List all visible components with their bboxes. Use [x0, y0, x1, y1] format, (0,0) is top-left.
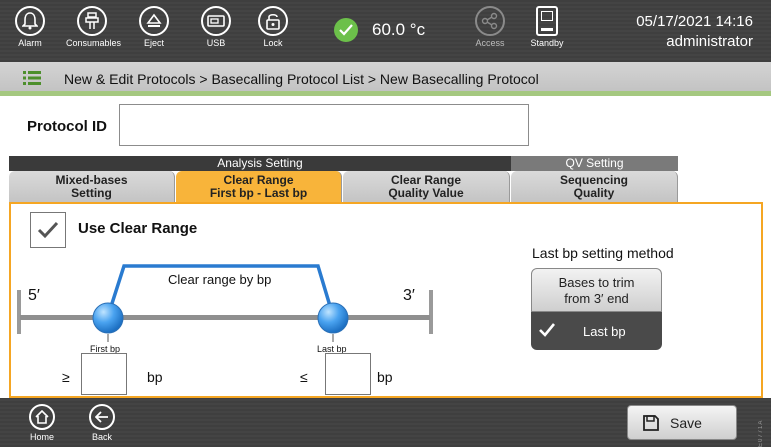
home-label: Home: [29, 432, 54, 442]
five-prime-label: 5′: [28, 287, 40, 304]
first-bp-input[interactable]: [81, 353, 127, 395]
first-bp-handle[interactable]: [92, 302, 124, 334]
checkmark-icon: [539, 323, 555, 337]
first-bp-symbol: ≥: [62, 369, 70, 385]
back-button[interactable]: Back: [82, 404, 122, 442]
option-line1: Bases to trim: [558, 275, 635, 290]
figure-id: E0771A: [758, 419, 764, 447]
last-bp-handle[interactable]: [317, 302, 349, 334]
floppy-disk-icon: [643, 414, 659, 431]
last-bp-input[interactable]: [325, 353, 371, 395]
option-line2: from 3′ end: [564, 291, 629, 306]
home-button[interactable]: Home: [22, 404, 62, 442]
last-bp-unit: bp: [377, 369, 393, 385]
three-prime-label: 3′: [403, 287, 415, 304]
back-label: Back: [91, 432, 112, 442]
bases-to-trim-option[interactable]: Bases to trim from 3′ end: [531, 268, 662, 312]
save-button[interactable]: Save: [627, 405, 737, 440]
first-bp-unit: bp: [147, 369, 163, 385]
home-icon: [29, 404, 55, 430]
back-arrow-icon: [89, 404, 115, 430]
clear-range-label: Clear range by bp: [168, 272, 272, 287]
last-bp-method-title: Last bp setting method: [532, 245, 674, 261]
save-label: Save: [670, 414, 702, 431]
sequence-line: [20, 315, 430, 320]
left-end-cap: [17, 290, 21, 334]
last-bp-option-label: Last bp: [583, 324, 626, 339]
last-bp-symbol: ≤: [300, 369, 308, 385]
last-bp-option[interactable]: Last bp: [531, 312, 662, 350]
right-end-cap: [429, 290, 433, 334]
